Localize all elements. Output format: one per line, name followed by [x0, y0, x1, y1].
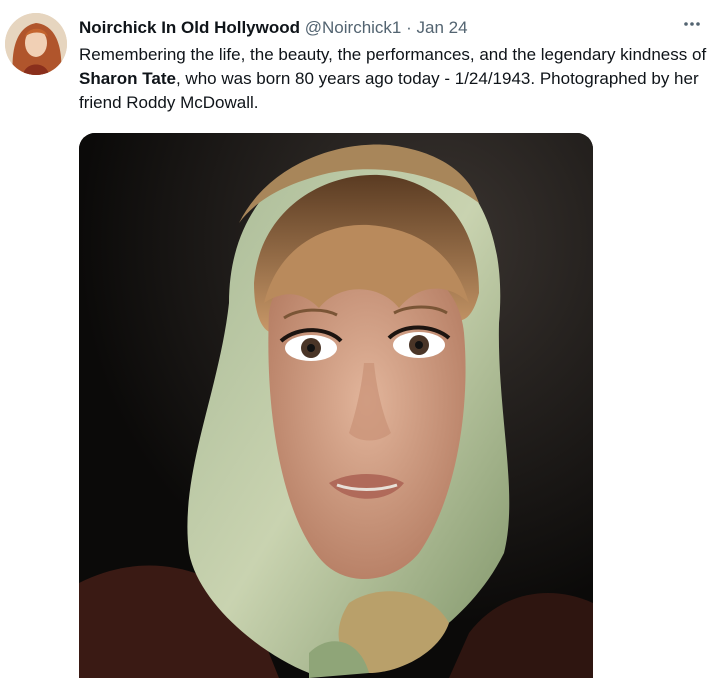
tweet: Noirchick In Old Hollywood @Noirchick1 ·… — [0, 0, 721, 678]
more-horizontal-icon[interactable] — [681, 13, 703, 35]
photo-image — [79, 133, 593, 678]
tweet-text-part1: Remembering the life, the beauty, the pe… — [79, 45, 707, 64]
display-name[interactable]: Noirchick In Old Hollywood — [79, 18, 300, 37]
tweet-photo[interactable] — [79, 133, 593, 678]
avatar[interactable] — [5, 13, 67, 75]
avatar-image — [5, 13, 67, 75]
user-handle[interactable]: @Noirchick1 — [305, 18, 402, 37]
tweet-header: Noirchick In Old Hollywood @Noirchick1 ·… — [79, 17, 703, 39]
tweet-text: Remembering the life, the beauty, the pe… — [79, 43, 709, 115]
tweet-text-bold: Sharon Tate — [79, 69, 176, 88]
tweet-date[interactable]: Jan 24 — [417, 18, 468, 37]
separator-dot: · — [406, 18, 412, 37]
